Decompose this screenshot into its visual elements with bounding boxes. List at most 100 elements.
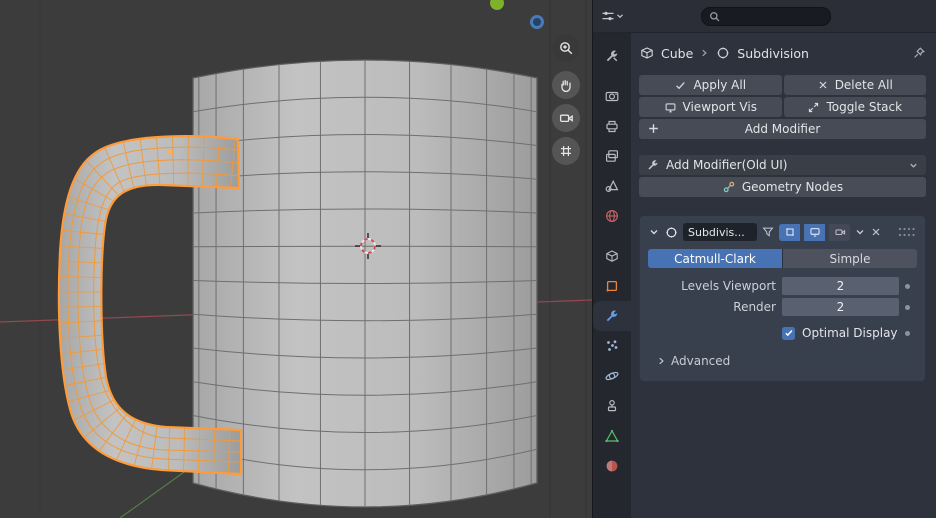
pan-button[interactable] — [552, 71, 580, 99]
advanced-label: Advanced — [671, 354, 731, 368]
geometry-nodes-label: Geometry Nodes — [741, 180, 844, 194]
advanced-section-toggle[interactable]: Advanced — [648, 354, 917, 368]
tab-view-layer[interactable] — [593, 141, 631, 171]
render-camera-icon — [834, 229, 845, 235]
breadcrumb-object[interactable]: Cube — [661, 46, 693, 61]
grid-icon — [561, 146, 571, 156]
breadcrumb-modifier[interactable]: Subdivision — [737, 46, 809, 61]
geometry-nodes-button[interactable]: Geometry Nodes — [639, 177, 926, 197]
apply-all-button[interactable]: Apply All — [639, 75, 782, 95]
mug-body-mesh[interactable] — [192, 59, 538, 508]
world-globe-icon — [605, 209, 619, 223]
render-toggle[interactable] — [829, 223, 850, 241]
geometry-nodes-icon — [723, 181, 735, 193]
optimal-display-checkbox[interactable] — [782, 326, 795, 340]
modifier-action-buttons: Apply All Delete All Viewport Vis Toggle… — [639, 75, 926, 117]
animate-decorator[interactable] — [905, 304, 910, 310]
animate-decorator[interactable] — [905, 283, 910, 289]
toggle-stack-button[interactable]: Toggle Stack — [783, 97, 926, 117]
levels-viewport-field[interactable]: 2 — [782, 277, 899, 295]
edit-mode-toggle[interactable] — [779, 223, 800, 241]
plus-icon — [649, 124, 658, 133]
optimal-display-row: Optimal Display — [648, 326, 917, 340]
realtime-toggle[interactable] — [804, 223, 825, 241]
properties-header — [593, 0, 936, 33]
tab-particles[interactable] — [593, 331, 631, 361]
modifier-name-field[interactable]: Subdivis... — [683, 223, 757, 241]
add-modifier-label: Add Modifier — [744, 122, 821, 136]
render-levels-field[interactable]: 2 — [782, 298, 899, 316]
delete-modifier-x-icon[interactable] — [870, 226, 882, 238]
edit-mode-icon — [785, 228, 794, 236]
x-icon — [819, 81, 827, 89]
viewport-vis-label: Viewport Vis — [682, 100, 757, 114]
chevron-down-icon — [910, 163, 917, 168]
tab-collection[interactable] — [593, 241, 631, 271]
toggle-stack-label: Toggle Stack — [826, 100, 903, 114]
tab-constraints[interactable] — [593, 391, 631, 421]
tab-object[interactable] — [593, 271, 631, 301]
check-icon — [676, 81, 686, 89]
add-modifier-old-ui-dropdown[interactable]: Add Modifier(Old UI) — [639, 155, 926, 175]
viewport-vis-button[interactable]: Viewport Vis — [639, 97, 782, 117]
render-levels-row: Render 2 — [648, 298, 917, 316]
constraints-icon — [607, 400, 617, 412]
zoom-icon — [560, 42, 573, 55]
zoom-button[interactable] — [552, 34, 580, 62]
realtime-monitor-icon — [809, 228, 820, 237]
checkbox-check-icon — [784, 330, 792, 337]
tool-icon — [606, 50, 618, 62]
properties-main-region: Cube Subdivision Apply All Delete All Vi… — [631, 33, 936, 518]
properties-tab-strip — [593, 33, 631, 518]
object-properties-icon — [606, 280, 618, 292]
delete-all-button[interactable]: Delete All — [783, 75, 926, 95]
render-levels-label: Render — [733, 300, 776, 314]
tab-world[interactable] — [593, 201, 631, 231]
viewport-3d[interactable] — [0, 0, 592, 518]
levels-viewport-row: Levels Viewport 2 — [648, 277, 917, 295]
view-layer-icon — [605, 150, 619, 162]
tab-material[interactable] — [593, 451, 631, 481]
tab-tool[interactable] — [593, 41, 631, 71]
optimal-display-label: Optimal Display — [802, 326, 898, 340]
tab-scene[interactable] — [593, 171, 631, 201]
object-data-mesh-icon — [605, 429, 619, 443]
properties-editor: Cube Subdivision Apply All Delete All Vi… — [592, 0, 936, 518]
camera-view-button[interactable] — [552, 104, 580, 132]
render-icon — [605, 91, 619, 102]
editor-type-button[interactable] — [593, 8, 631, 24]
add-modifier-button[interactable]: Add Modifier — [639, 119, 926, 139]
chevron-right-icon — [659, 357, 664, 365]
wrench-icon — [648, 160, 658, 170]
tab-render[interactable] — [593, 81, 631, 111]
hand-icon — [561, 79, 571, 93]
modifier-extras-chevron-icon[interactable] — [854, 226, 866, 238]
breadcrumb-separator-icon — [702, 49, 708, 57]
search-box[interactable] — [701, 6, 831, 26]
tab-modifiers[interactable] — [593, 301, 631, 331]
add-modifier-old-ui-label: Add Modifier(Old UI) — [666, 158, 788, 172]
grid-ortho-button[interactable] — [552, 137, 580, 165]
tab-output[interactable] — [593, 111, 631, 141]
search-icon — [710, 11, 720, 21]
pin-icon[interactable] — [912, 46, 926, 60]
modifier-name-value: Subdivis... — [688, 225, 745, 239]
material-sphere-icon — [606, 460, 618, 472]
tab-object-data[interactable] — [593, 421, 631, 451]
tab-catmull-clark[interactable]: Catmull-Clark — [648, 249, 782, 268]
axis-gizmo-z-dot[interactable] — [530, 15, 544, 29]
animate-decorator[interactable] — [905, 330, 910, 336]
modifiers-wrench-icon — [606, 310, 618, 322]
tab-physics[interactable] — [593, 361, 631, 391]
on-cage-toggle-icon[interactable] — [761, 225, 775, 239]
tab-simple[interactable]: Simple — [783, 249, 917, 268]
modifier-panel-header: Subdivis... — [648, 221, 917, 243]
panel-expand-chevron-icon[interactable] — [648, 226, 660, 238]
breadcrumb: Cube Subdivision — [639, 41, 926, 65]
output-printer-icon — [606, 120, 618, 133]
collection-box-icon — [606, 250, 618, 262]
viewport-scene — [0, 0, 592, 518]
search-input[interactable] — [725, 9, 823, 23]
subdivision-icon — [666, 226, 677, 238]
drag-handle-icon[interactable] — [897, 225, 917, 239]
